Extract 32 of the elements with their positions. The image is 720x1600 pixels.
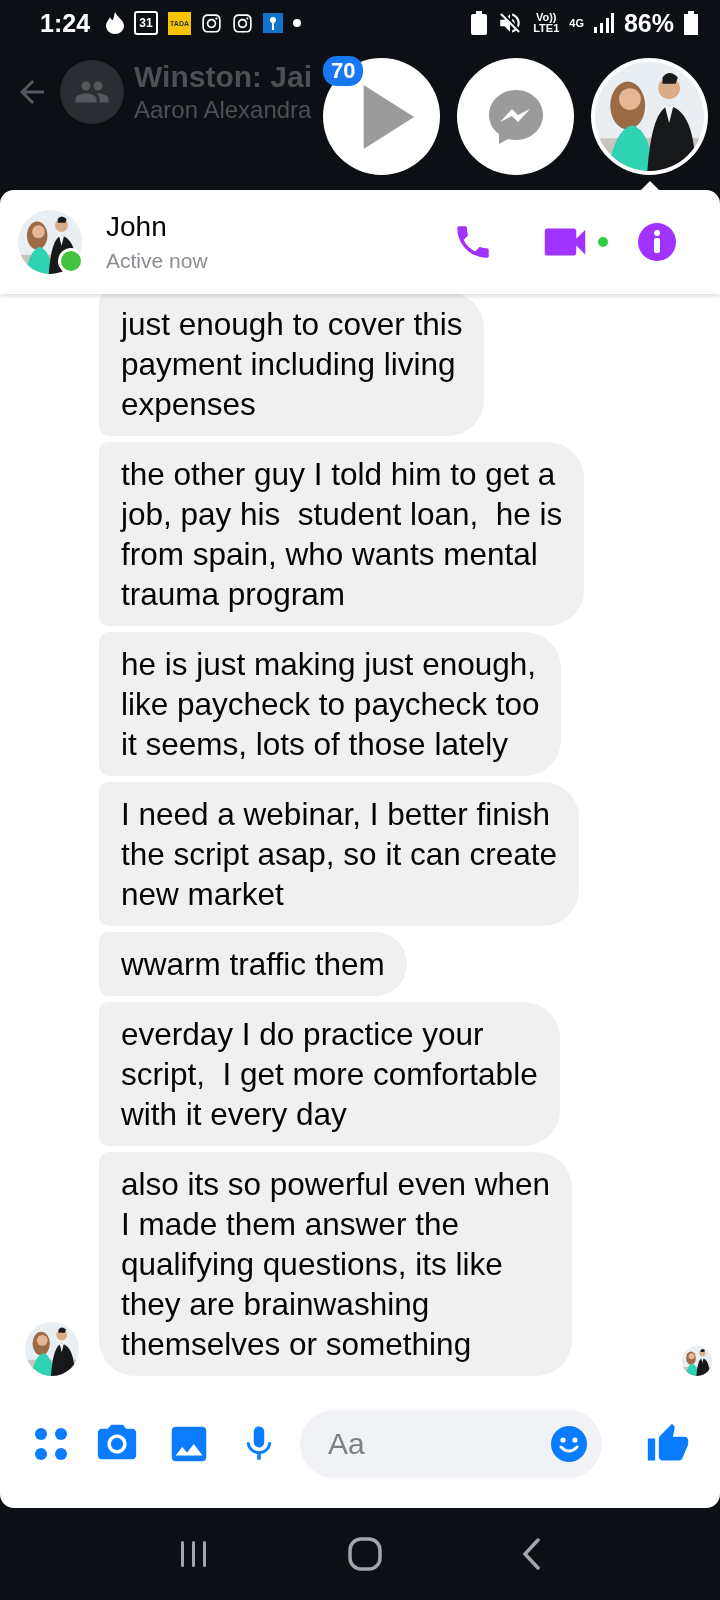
camera-app-icon: [201, 12, 223, 34]
message-bubble: just enough to cover this payment including living expenses: [99, 294, 485, 436]
message-field[interactable]: Aa: [300, 1410, 602, 1478]
network-label: 4G: [569, 17, 584, 29]
battery-icon: [684, 11, 698, 35]
apps-icon[interactable]: [34, 1427, 68, 1461]
conversation-members: Aaron Alexandra: [134, 96, 312, 124]
home-icon[interactable]: [348, 1537, 382, 1571]
app-icon: [263, 13, 284, 33]
active-status: Active now: [106, 249, 209, 273]
info-icon[interactable]: [638, 223, 676, 261]
signal-icon: [593, 13, 614, 33]
back-icon[interactable]: [520, 1538, 541, 1570]
count-badge: 70: [323, 56, 364, 86]
camera-app-icon: [232, 12, 254, 34]
calendar-icon: 31: [134, 11, 159, 35]
smiley-icon[interactable]: [550, 1425, 588, 1463]
message-bubble: also its so powerful even when I made them answer the qualifying questions, its like they are brainwashing themselves or something: [99, 1152, 572, 1376]
dot-icon: [293, 19, 302, 27]
flame-icon: [106, 12, 125, 34]
chat-head[interactable]: 70: [323, 58, 440, 175]
message-bubble: I need a webinar, I better finish the script asap, so it can create new market: [99, 782, 579, 926]
message-bubble: wwarm traffic them: [99, 932, 407, 996]
volte-label: Vo)) LTE1: [533, 12, 560, 34]
status-time: 1:24: [40, 8, 91, 38]
message-bubble: he is just making just enough, like paycheck to paycheck too it seems, lots of those lately: [99, 632, 562, 776]
message-bubble: everday I do practice your script, I get more comfortable with it every day: [99, 1002, 560, 1146]
message-bubble: the other guy I told him to get a job, pay his student loan, he is from spain, who wants mental trauma program: [99, 442, 585, 626]
battery-saver-icon: [471, 11, 488, 35]
battery-percent: 86%: [623, 8, 674, 38]
conversation-title: Winston: Jai: [134, 60, 313, 94]
contact-name: John: [106, 211, 168, 243]
